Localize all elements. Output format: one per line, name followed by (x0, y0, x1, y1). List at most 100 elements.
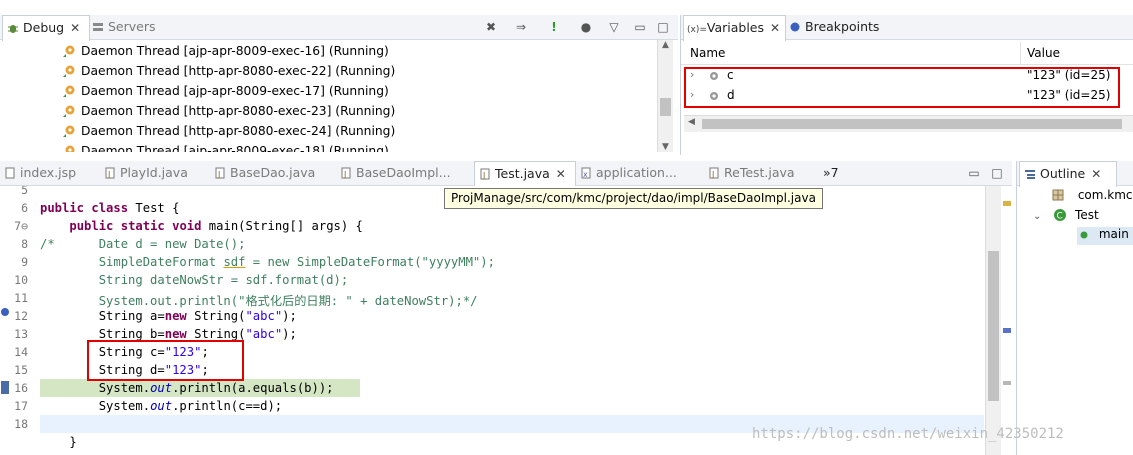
list-item[interactable]: Daemon Thread [http-apr-8080-exec-24] (R… (62, 121, 395, 141)
editor-scrollbar[interactable] (985, 186, 1001, 455)
static-method-icon (1080, 231, 1088, 239)
tab-label: index.jsp (20, 165, 77, 180)
variables-hscrollbar[interactable]: ◀ (684, 115, 1133, 132)
close-icon[interactable]: ✕ (70, 21, 80, 35)
debug-bug-icon (8, 25, 18, 33)
tab-label: BaseDao.java (230, 165, 316, 180)
maximize-icon[interactable]: □ (655, 19, 671, 35)
tab-debug-label: Debug (23, 20, 65, 35)
outline-icon (1025, 170, 1035, 179)
code-line: System.out.println("格式化后的日期: " + dateNow… (40, 294, 478, 308)
tab-servers[interactable]: Servers (92, 15, 172, 39)
tab-application-xml[interactable]: x application... (580, 161, 700, 185)
list-item[interactable]: Daemon Thread [http-apr-8080-exec-22] (R… (62, 61, 395, 81)
threads-icon[interactable]: ● (578, 19, 594, 35)
tab-playid-java[interactable]: J PlayId.java (104, 161, 212, 185)
column-name-header[interactable]: Name (690, 46, 725, 60)
thread-gear-icon (63, 45, 75, 57)
more-tabs-label: »7 (823, 165, 839, 180)
tab-outline-label: Outline (1040, 166, 1086, 181)
tab-label: BaseDaoImpl... (356, 165, 451, 180)
debug-scrollbar[interactable]: ▲ ▼ (657, 40, 673, 152)
use-step-filters-icon[interactable]: ! (546, 19, 562, 35)
view-menu-icon[interactable]: ▽ (606, 19, 622, 35)
close-icon[interactable]: ✕ (1091, 167, 1101, 181)
list-item[interactable]: Daemon Thread [ajp-apr-8009-exec-16] (Ru… (62, 41, 389, 61)
watermark: https://blog.csdn.net/weixin_42350212 (752, 426, 1064, 442)
tab-outline[interactable]: Outline ✕ (1019, 161, 1117, 187)
xml-file-icon: x (581, 167, 591, 179)
jsp-file-icon (5, 167, 15, 179)
line-number: 12 (14, 309, 28, 323)
thread-label: Daemon Thread [ajp-apr-8009-exec-18] (Ru… (81, 144, 389, 152)
thread-label: Daemon Thread [http-apr-8080-exec-23] (R… (81, 104, 396, 118)
svg-text:J: J (711, 170, 714, 179)
list-item[interactable]: Daemon Thread [http-apr-8080-exec-23] (R… (62, 101, 395, 121)
code-line: String b=new String("abc"); (40, 327, 297, 341)
code-line: public class Test { (40, 201, 180, 215)
thread-gear-icon (65, 145, 75, 152)
scroll-thumb[interactable] (702, 119, 1122, 129)
variables-header-row: Name Value (681, 42, 1133, 65)
svg-text:J: J (482, 171, 485, 180)
outline-label: com.kmc. (1077, 188, 1133, 202)
breakpoints-icon (790, 22, 800, 32)
servers-icon (93, 23, 103, 31)
svg-text:x: x (583, 170, 588, 179)
outline-item-package[interactable]: com.kmc. (1052, 188, 1133, 206)
remove-terminated-icon[interactable]: ✖ (483, 19, 499, 35)
line-number: 14 (14, 345, 28, 359)
overview-marker (1003, 201, 1011, 206)
line-number: 9 (21, 255, 28, 269)
tab-breakpoints[interactable]: Breakpoints (789, 15, 889, 39)
scroll-down-arrow-icon[interactable]: ▼ (658, 142, 673, 152)
code-line: System.out.println(a.equals(b)); (40, 381, 334, 395)
list-item[interactable]: Daemon Thread [ajp-apr-8009-exec-17] (Ru… (62, 81, 389, 101)
column-value-header[interactable]: Value (1027, 46, 1060, 60)
minimize-icon[interactable]: ▭ (966, 165, 982, 181)
code-line: /* Date d = new Date(); (40, 237, 246, 251)
close-icon[interactable]: ✕ (770, 21, 780, 35)
tab-label: ReTest.java (724, 165, 795, 180)
line-number: 13 (14, 327, 28, 341)
maximize-icon[interactable]: □ (989, 165, 1005, 181)
tab-index-jsp[interactable]: index.jsp (4, 161, 104, 185)
tab-retest-java[interactable]: J ReTest.java (708, 161, 808, 185)
scroll-thumb[interactable] (988, 251, 999, 401)
variables-icon: (x)= (687, 25, 707, 35)
editor-area[interactable]: 5 6 7⊖ 8 9 10 11 12 13 14 15 16 17 18 pu… (0, 186, 1012, 455)
code-highlight-box (87, 340, 244, 381)
code-line: SimpleDateFormat sdf = new SimpleDateFor… (40, 255, 495, 269)
scroll-left-arrow-icon[interactable]: ◀ (688, 117, 695, 127)
tab-test-java[interactable]: J Test.java ✕ (474, 161, 576, 187)
tab-basedaoimpl-java[interactable]: J BaseDaoImpl... (340, 161, 466, 185)
tab-basedao-java[interactable]: J BaseDao.java (214, 161, 338, 185)
outline-item-method[interactable]: main (1077, 227, 1133, 245)
code-line: public static void main(String[] args) { (69, 219, 363, 233)
outline-item-class[interactable]: ⌄ C Test (1033, 208, 1099, 226)
collapse-chevron-icon[interactable]: ⌄ (1033, 211, 1041, 222)
code-line: String dateNowStr = sdf.format(d); (40, 273, 349, 287)
thread-label: Daemon Thread [ajp-apr-8009-exec-17] (Ru… (81, 84, 389, 98)
tab-debug[interactable]: Debug ✕ (2, 15, 90, 41)
outline-tabbar: Outline ✕ (1017, 161, 1133, 187)
list-item[interactable]: Daemon Thread [ajp-apr-8009-exec-18] (Ru… (62, 141, 389, 152)
line-number: 11 (14, 291, 28, 305)
line-number: 16 (14, 381, 28, 395)
class-icon: C (1054, 209, 1067, 222)
line-number: 8 (21, 237, 28, 251)
tab-variables[interactable]: (x)=Variables ✕ (683, 15, 786, 41)
scroll-thumb[interactable] (660, 98, 671, 116)
debug-tabbar: Debug ✕ Servers ✖ ⇒ ! ● ▽ ▭ □ (0, 15, 678, 41)
more-tabs-button[interactable]: »7 (823, 161, 853, 185)
step-return-icon[interactable]: ⇒ (513, 19, 529, 35)
minimize-icon[interactable]: ▭ (632, 19, 648, 35)
java-file-icon: J (341, 167, 351, 179)
thread-gear-icon (63, 65, 75, 77)
code-line: } (40, 435, 77, 449)
line-number: 7⊖ (14, 219, 28, 233)
scroll-up-arrow-icon[interactable]: ▲ (658, 40, 673, 50)
line-number: 15 (14, 363, 28, 377)
line-number: 6 (21, 201, 28, 215)
close-icon[interactable]: ✕ (556, 167, 566, 181)
